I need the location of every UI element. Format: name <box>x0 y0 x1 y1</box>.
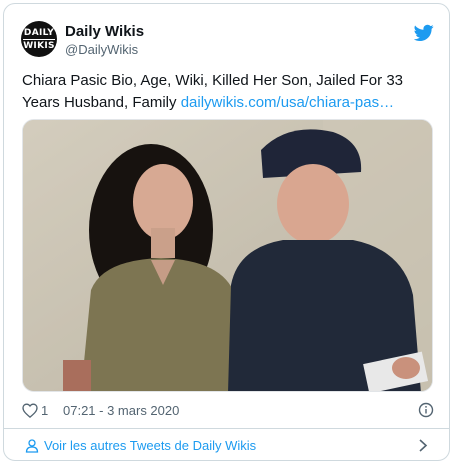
tweet-photo[interactable] <box>22 119 433 392</box>
tweet-header: DAILY WIKIS Daily Wikis @DailyWikis <box>4 4 449 66</box>
twitter-bird-icon[interactable] <box>414 24 434 42</box>
info-icon[interactable] <box>418 402 434 418</box>
like-count[interactable]: 1 <box>41 403 48 418</box>
timestamp[interactable]: 07:21 - 3 mars 2020 <box>63 403 179 418</box>
avatar-text-bottom: WIKIS <box>23 38 55 51</box>
more-tweets-link[interactable]: Voir les autres Tweets de Daily Wikis <box>44 438 256 453</box>
embedded-tweet-card[interactable]: DAILY WIKIS Daily Wikis @DailyWikis Chia… <box>3 3 450 461</box>
tweet-meta: 1 07:21 - 3 mars 2020 <box>22 400 436 422</box>
more-tweets-row[interactable]: Voir les autres Tweets de Daily Wikis <box>4 429 449 460</box>
photo-image <box>23 120 432 391</box>
avatar-text-top: DAILY <box>23 27 55 38</box>
chevron-right-icon[interactable] <box>417 438 429 453</box>
person-icon <box>25 439 39 453</box>
tweet-text: Chiara Pasic Bio, Age, Wiki, Killed Her … <box>22 70 436 114</box>
account-handle[interactable]: @DailyWikis <box>65 42 138 58</box>
heart-icon[interactable] <box>22 403 38 418</box>
tweet-link[interactable]: dailywikis.com/usa/chiara-pas… <box>181 94 394 111</box>
display-name[interactable]: Daily Wikis <box>65 23 144 41</box>
avatar[interactable]: DAILY WIKIS <box>21 21 57 57</box>
